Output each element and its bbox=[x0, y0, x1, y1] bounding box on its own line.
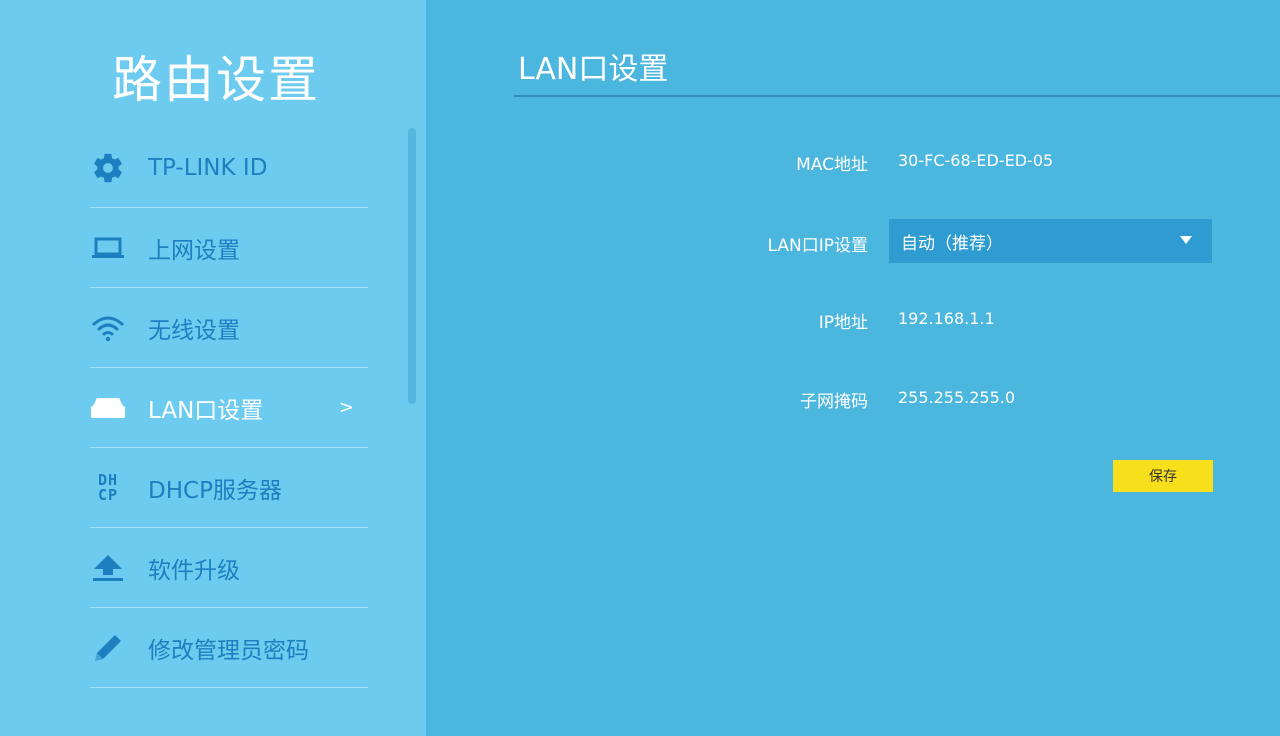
title-divider bbox=[514, 95, 1280, 97]
laptop-icon bbox=[90, 230, 126, 266]
sidebar-item-wireless[interactable]: 无线设置 bbox=[90, 288, 368, 368]
gear-icon bbox=[90, 150, 126, 186]
dhcp-icon: DH CP bbox=[97, 470, 119, 504]
sidebar-item-tp-link-id[interactable]: TP-LINK ID bbox=[90, 128, 368, 208]
router-icon bbox=[90, 390, 126, 426]
mask-value: 255.255.255.0 bbox=[898, 388, 1016, 407]
sidebar-item-dhcp[interactable]: DH CP DHCP服务器 bbox=[90, 448, 368, 528]
upload-icon bbox=[90, 550, 126, 586]
sidebar-item-label: 软件升级 bbox=[148, 557, 240, 584]
sidebar-item-label: TP-LINK ID bbox=[148, 154, 268, 181]
sidebar-scrollbar[interactable] bbox=[408, 128, 416, 404]
mac-label: MAC地址 bbox=[796, 155, 868, 175]
ip-value: 192.168.1.1 bbox=[898, 309, 995, 328]
lan-ip-mode-select[interactable]: 自动（推荐） bbox=[889, 219, 1212, 263]
sidebar-item-label: LAN口设置 bbox=[148, 397, 264, 424]
save-button[interactable]: 保存 bbox=[1113, 460, 1213, 492]
sidebar: 路由设置 TP-LINK ID 上网设置 无线设置 LAN口设置 > DH CP… bbox=[0, 0, 426, 736]
sidebar-item-label: 无线设置 bbox=[148, 317, 240, 344]
sidebar-item-internet[interactable]: 上网设置 bbox=[90, 208, 368, 288]
sidebar-menu: TP-LINK ID 上网设置 无线设置 LAN口设置 > DH CP DHCP… bbox=[90, 128, 368, 688]
ip-label: IP地址 bbox=[818, 313, 868, 333]
mask-label: 子网掩码 bbox=[800, 392, 868, 412]
sidebar-item-label: DHCP服务器 bbox=[148, 477, 282, 504]
sidebar-item-upgrade[interactable]: 软件升级 bbox=[90, 528, 368, 608]
page-title: LAN口设置 bbox=[518, 52, 669, 87]
mac-value: 30-FC-68-ED-ED-05 bbox=[898, 151, 1054, 170]
sidebar-item-label: 上网设置 bbox=[148, 237, 240, 264]
lan-ip-mode-value: 自动（推荐） bbox=[901, 233, 1003, 254]
sidebar-item-label: 修改管理员密码 bbox=[148, 637, 309, 664]
pencil-icon bbox=[90, 630, 126, 666]
caret-down-icon bbox=[1180, 236, 1192, 244]
lan-ip-mode-label: LAN口IP设置 bbox=[767, 236, 868, 256]
sidebar-title: 路由设置 bbox=[112, 51, 320, 109]
sidebar-item-password[interactable]: 修改管理员密码 bbox=[90, 608, 368, 688]
wifi-icon bbox=[90, 310, 126, 346]
sidebar-item-lan[interactable]: LAN口设置 > bbox=[90, 368, 368, 448]
chevron-right-icon: > bbox=[338, 397, 354, 418]
